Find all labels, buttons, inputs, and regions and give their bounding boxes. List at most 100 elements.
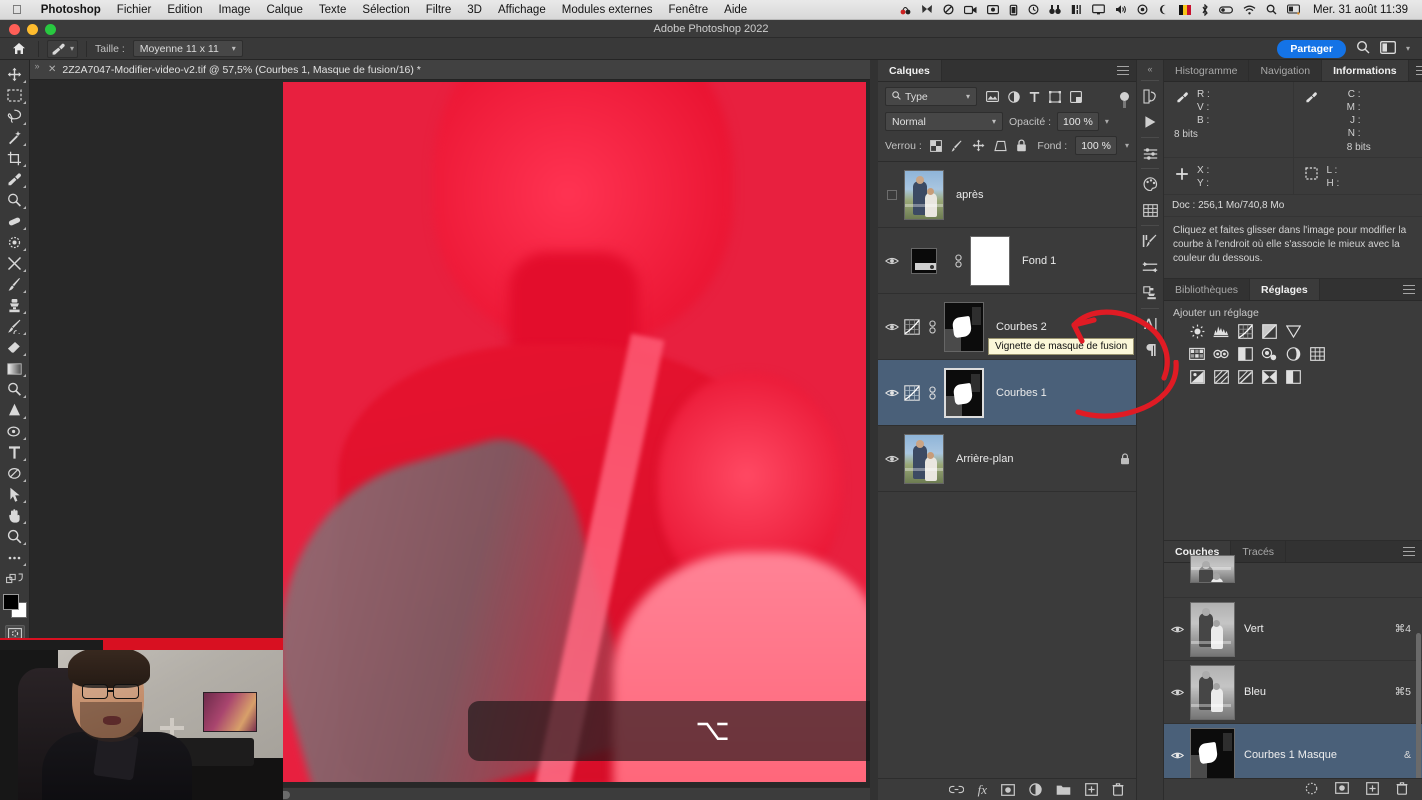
menu-item-fenetre[interactable]: Fenêtre xyxy=(661,4,717,16)
layer-mask-thumbnail[interactable] xyxy=(968,235,1012,287)
brightness-contrast-icon[interactable] xyxy=(1189,323,1205,339)
tab-bibliotheques[interactable]: Bibliothèques xyxy=(1164,279,1251,300)
layer-name[interactable]: Fond 1 xyxy=(1022,255,1056,267)
maximize-window-button[interactable] xyxy=(45,23,56,35)
list-item[interactable]: Vert ⌘4 xyxy=(1164,598,1422,661)
layer-visibility-toggle[interactable] xyxy=(882,322,902,332)
pen-tool[interactable] xyxy=(2,400,28,421)
eyedropper-tool-preset[interactable]: ▾ xyxy=(47,39,79,58)
table-row[interactable]: Arrière-plan xyxy=(878,426,1136,492)
close-window-button[interactable] xyxy=(9,23,20,35)
red-eye-tool[interactable] xyxy=(2,232,28,253)
smartobject-filter-icon[interactable] xyxy=(1070,90,1082,103)
battery-icon[interactable] xyxy=(1004,4,1023,16)
layer-thumbnail[interactable] xyxy=(902,433,946,485)
filter-power-icon[interactable] xyxy=(1120,92,1129,108)
history-brush-tool[interactable] xyxy=(2,316,28,337)
close-icon[interactable]: ✕ xyxy=(48,64,56,75)
save-selection-icon[interactable] xyxy=(1335,782,1349,797)
cherry-icon[interactable] xyxy=(895,4,916,15)
menu-item-affichage[interactable]: Affichage xyxy=(490,4,554,16)
channel-name[interactable]: Courbes 1 Masque xyxy=(1244,749,1337,761)
home-icon[interactable] xyxy=(8,40,30,58)
workspace-icon[interactable] xyxy=(1380,40,1396,57)
layer-visibility-toggle[interactable] xyxy=(882,454,902,464)
black-white-icon[interactable] xyxy=(1237,346,1253,362)
menu-item-photoshop[interactable]: Photoshop xyxy=(33,4,109,16)
curves-adjustment-icon[interactable] xyxy=(902,318,922,335)
wifi-icon[interactable] xyxy=(1238,5,1261,15)
layer-thumbnail[interactable] xyxy=(902,169,946,221)
table-row[interactable]: Courbes 1 xyxy=(878,360,1136,426)
exposure-icon[interactable] xyxy=(1261,323,1277,339)
paragraph-icon[interactable] xyxy=(1136,337,1164,363)
layer-filter-type-select[interactable]: Type ▾ xyxy=(885,87,977,106)
lock-all-icon[interactable] xyxy=(1016,139,1027,152)
delete-layer-icon[interactable] xyxy=(1112,783,1124,796)
chevron-down-icon[interactable]: ▾ xyxy=(1125,141,1129,150)
table-row[interactable]: après xyxy=(878,162,1136,228)
layers-panel-menu-icon[interactable] xyxy=(1110,60,1136,81)
screenshot-icon[interactable] xyxy=(982,4,1004,15)
channel-name[interactable]: Vert xyxy=(1244,623,1264,635)
bluetooth-icon[interactable] xyxy=(1196,3,1214,16)
layer-name[interactable]: Arrière-plan xyxy=(956,453,1013,465)
layer-style-fx-icon[interactable]: fx xyxy=(978,782,987,798)
blend-mode-select[interactable]: Normal ▾ xyxy=(885,112,1003,131)
fill-input[interactable]: 100 % xyxy=(1075,136,1117,155)
channels-panel-menu-icon[interactable] xyxy=(1396,541,1422,562)
delete-channel-icon[interactable] xyxy=(1396,781,1408,798)
menu-item-edition[interactable]: Edition xyxy=(159,4,210,16)
rectangular-marquee-tool[interactable] xyxy=(2,85,28,106)
table-row[interactable]: Fond 1 xyxy=(878,228,1136,294)
info-panel-menu-icon[interactable] xyxy=(1409,60,1422,81)
levels-icon[interactable] xyxy=(1213,323,1229,339)
hue-saturation-icon[interactable] xyxy=(1189,346,1205,362)
menu-item-filtre[interactable]: Filtre xyxy=(418,4,460,16)
menu-bar-clock[interactable]: Mer. 31 août 11:39 xyxy=(1305,4,1414,16)
gradient-map-icon[interactable] xyxy=(1261,369,1277,385)
gradient-tool[interactable] xyxy=(2,358,28,379)
channel-thumbnail[interactable] xyxy=(1190,555,1235,583)
path-selection-tool[interactable] xyxy=(2,463,28,484)
channel-visibility-toggle[interactable] xyxy=(1168,751,1186,760)
new-layer-icon[interactable] xyxy=(1085,783,1098,796)
channel-thumbnail[interactable] xyxy=(1190,601,1235,657)
properties-icon[interactable] xyxy=(1136,140,1164,166)
layer-visibility-toggle[interactable] xyxy=(882,388,902,398)
display-icon[interactable] xyxy=(1087,4,1110,15)
layer-thumbnail[interactable] xyxy=(902,235,946,287)
document-tab-title[interactable]: 2Z2A7047-Modifier-video-v2.tif @ 57,5% (… xyxy=(62,64,421,76)
menu-item-image[interactable]: Image xyxy=(210,4,258,16)
layer-mask-link-icon[interactable] xyxy=(925,319,939,334)
layer-mask-link-icon[interactable] xyxy=(925,385,939,400)
channel-thumbnail[interactable] xyxy=(1190,664,1235,720)
smudge-tool[interactable] xyxy=(2,253,28,274)
lock-nesting-icon[interactable] xyxy=(994,140,1007,152)
history-icon[interactable] xyxy=(1136,83,1164,109)
direct-selection-tool[interactable] xyxy=(2,484,28,505)
color-swatches[interactable] xyxy=(2,593,28,619)
clone-stamp-tool[interactable] xyxy=(2,295,28,316)
layer-visibility-toggle[interactable] xyxy=(882,256,902,266)
layer-visibility-toggle[interactable] xyxy=(882,185,902,205)
threshold-icon[interactable] xyxy=(1237,369,1253,385)
eyedropper-tool[interactable] xyxy=(2,169,28,190)
brush-settings-icon[interactable] xyxy=(1136,228,1164,254)
collapse-panels-icon[interactable]: « xyxy=(1136,60,1164,78)
sample-size-select[interactable]: Moyenne 11 x 11 ▾ xyxy=(132,40,243,57)
brushes-icon[interactable] xyxy=(1136,254,1164,280)
tab-informations[interactable]: Informations xyxy=(1322,60,1409,81)
opacity-input[interactable]: 100 % xyxy=(1057,112,1099,131)
hand-tool[interactable] xyxy=(2,505,28,526)
channel-visibility-toggle[interactable] xyxy=(1168,625,1186,634)
adjustment-filter-icon[interactable] xyxy=(1008,90,1020,103)
clock-icon[interactable] xyxy=(1023,4,1044,15)
lock-transparent-icon[interactable] xyxy=(929,139,942,152)
record-icon[interactable] xyxy=(1132,4,1153,15)
binoculars-icon[interactable] xyxy=(1044,4,1066,15)
menu-item-fichier[interactable]: Fichier xyxy=(109,4,160,16)
moon-icon[interactable] xyxy=(1153,4,1174,15)
menu-item-modules-externes[interactable]: Modules externes xyxy=(554,4,661,16)
color-lookup-icon[interactable] xyxy=(1309,346,1325,362)
